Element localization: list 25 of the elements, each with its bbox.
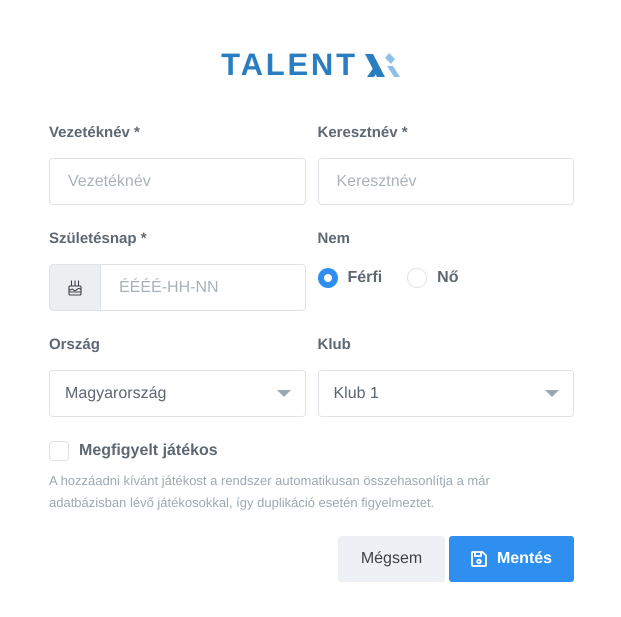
save-button[interactable]: Mentés <box>449 536 574 582</box>
radio-label: Nő <box>437 268 458 288</box>
help-text: A hozzáadni kívánt játékost a rendszer automatikusan összehasonlítja a már adatbázisban lévő játékosokkal, így duplikáció esetén figyelmeztet. <box>49 472 491 512</box>
logo-text: TALENT <box>221 51 358 79</box>
checkbox-label: Megfigyelt játékos <box>79 441 218 461</box>
save-icon <box>470 551 487 567</box>
field-label: Keresztnév * <box>318 124 409 142</box>
dropdown[interactable]: Klub 1 <box>318 370 574 417</box>
caret-icon <box>276 390 290 397</box>
field-label: Ország <box>49 336 101 354</box>
logo-mark-icon <box>364 53 400 78</box>
radio-button[interactable] <box>407 268 428 288</box>
field-label: Születésnap * <box>49 230 148 248</box>
dropdown[interactable]: Magyarország <box>49 370 306 417</box>
cake-icon <box>68 279 82 296</box>
caret-icon <box>545 390 559 397</box>
cancel-button[interactable]: Mégsem <box>338 536 445 582</box>
field-label: Nem <box>318 230 352 248</box>
text-input[interactable]: Vezetéknév <box>49 158 306 205</box>
radio-label: Férfi <box>348 268 382 288</box>
field-label: Klub <box>318 336 352 354</box>
text-input[interactable]: Keresztnév <box>318 158 574 205</box>
checkbox[interactable] <box>49 441 69 461</box>
radio-button[interactable] <box>318 268 338 288</box>
field-label: Vezetéknév * <box>49 124 141 142</box>
